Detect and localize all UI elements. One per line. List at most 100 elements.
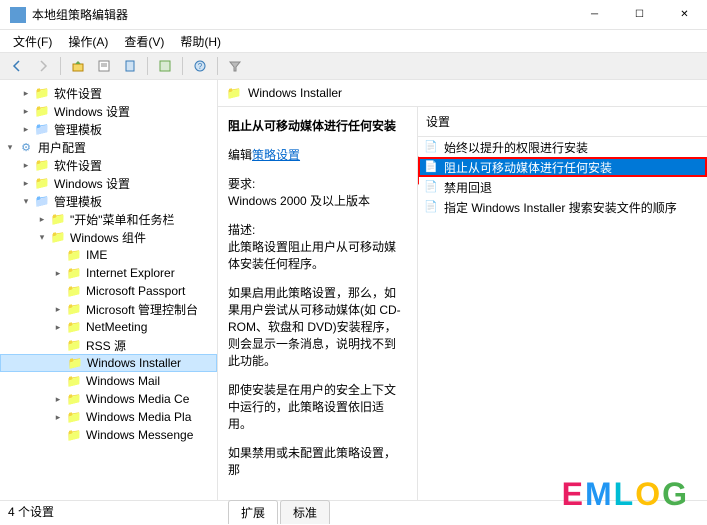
chevron-right-icon[interactable]: ▸ (52, 303, 64, 315)
setting-item-elevated[interactable]: 始终以提升的权限进行安装 (418, 137, 707, 157)
help-button[interactable]: ? (188, 55, 212, 77)
close-button[interactable]: ✕ (662, 0, 707, 30)
requirements-section: 要求: Windows 2000 及以上版本 (228, 175, 407, 209)
tree-node-start-menu[interactable]: ▸ "开始"菜单和任务栏 (0, 210, 217, 228)
tree-node-windows-media-center[interactable]: ▸Windows Media Ce (0, 390, 217, 408)
tab-extended[interactable]: 扩展 (228, 500, 278, 524)
chevron-down-icon[interactable]: ▾ (4, 141, 16, 153)
chevron-right-icon[interactable]: ▸ (20, 177, 32, 189)
window-controls: ─ ☐ ✕ (572, 0, 707, 30)
folder-icon (66, 338, 82, 352)
forward-button[interactable] (31, 55, 55, 77)
tree-label: Windows 设置 (54, 175, 130, 192)
menu-view[interactable]: 查看(V) (116, 31, 172, 52)
maximize-button[interactable]: ☐ (617, 0, 662, 30)
chevron-right-icon[interactable]: ▸ (52, 393, 64, 405)
chevron-right-icon[interactable]: ▸ (52, 321, 64, 333)
chevron-right-icon[interactable]: ▸ (20, 87, 32, 99)
properties-button[interactable] (92, 55, 116, 77)
chevron-right-icon[interactable]: ▸ (20, 123, 32, 135)
tree-label: Microsoft 管理控制台 (86, 301, 198, 318)
tree-label: 软件设置 (54, 157, 102, 174)
folder-icon (34, 104, 50, 118)
menu-action[interactable]: 操作(A) (60, 31, 116, 52)
app-icon (10, 7, 26, 23)
svg-text:?: ? (198, 62, 203, 71)
tree-panel[interactable]: ▸软件设置 ▸Windows 设置 ▸管理模板 ▾用户配置 ▸软件设置 ▸Win… (0, 80, 218, 500)
tree-label: 软件设置 (54, 85, 102, 102)
menu-help[interactable]: 帮助(H) (172, 31, 229, 52)
titlebar: 本地组策略编辑器 ─ ☐ ✕ (0, 0, 707, 30)
tree-label: 管理模板 (54, 121, 102, 138)
setting-item-block-removable[interactable]: 阻止从可移动媒体进行任何安装 (418, 157, 707, 177)
tree-node-software-settings[interactable]: ▸ 软件设置 (0, 84, 217, 102)
tree-label: 用户配置 (38, 139, 86, 156)
tree-node-netmeeting[interactable]: ▸NetMeeting (0, 318, 217, 336)
tree-node-windows-settings-2[interactable]: ▸ Windows 设置 (0, 174, 217, 192)
folder-icon (66, 374, 82, 388)
refresh-button[interactable] (153, 55, 177, 77)
chevron-right-icon[interactable]: ▸ (20, 159, 32, 171)
req-label: 要求: (228, 175, 407, 192)
tree-node-internet-explorer[interactable]: ▸ Internet Explorer (0, 264, 217, 282)
tree-node-ime[interactable]: IME (0, 246, 217, 264)
setting-item-search-order[interactable]: 指定 Windows Installer 搜索安装文件的顺序 (418, 197, 707, 217)
chevron-right-icon[interactable]: ▸ (20, 105, 32, 117)
up-button[interactable] (66, 55, 90, 77)
folder-icon (34, 122, 50, 136)
policy-icon (424, 180, 440, 194)
tree-node-windows-messenger[interactable]: Windows Messenge (0, 426, 217, 444)
main-area: ▸软件设置 ▸Windows 设置 ▸管理模板 ▾用户配置 ▸软件设置 ▸Win… (0, 80, 707, 500)
back-button[interactable] (5, 55, 29, 77)
filter-button[interactable] (223, 55, 247, 77)
tree-label: RSS 源 (86, 337, 126, 354)
tab-standard[interactable]: 标准 (280, 500, 330, 524)
setting-label: 指定 Windows Installer 搜索安装文件的顺序 (444, 199, 677, 216)
tree-node-windows-settings[interactable]: ▸ Windows 设置 (0, 102, 217, 120)
tree-node-admin-templates[interactable]: ▸ 管理模板 (0, 120, 217, 138)
content-title: Windows Installer (248, 86, 342, 100)
tree-label: Internet Explorer (86, 266, 175, 280)
minimize-button[interactable]: ─ (572, 0, 617, 30)
setting-label: 禁用回退 (444, 179, 492, 196)
desc-paragraph: 如果禁用或未配置此策略设置，那 (228, 444, 407, 478)
tree-label: "开始"菜单和任务栏 (70, 211, 175, 228)
edit-label: 编辑 (228, 148, 252, 162)
tree-node-software-settings-2[interactable]: ▸ 软件设置 (0, 156, 217, 174)
tree-node-microsoft-mgmt[interactable]: ▸ Microsoft 管理控制台 (0, 300, 217, 318)
folder-icon (66, 410, 82, 424)
chevron-down-icon[interactable]: ▾ (20, 195, 32, 207)
menu-file[interactable]: 文件(F) (5, 31, 60, 52)
folder-icon (67, 356, 83, 370)
tree-node-windows-installer[interactable]: Windows Installer (0, 354, 217, 372)
setting-label: 始终以提升的权限进行安装 (444, 139, 588, 156)
window-title: 本地组策略编辑器 (32, 6, 572, 23)
tree-node-user-config[interactable]: ▾ 用户配置 (0, 138, 217, 156)
tree-node-admin-templates-2[interactable]: ▾管理模板 (0, 192, 217, 210)
chevron-right-icon[interactable]: ▸ (36, 213, 48, 225)
tree-label: Windows Mail (86, 374, 160, 388)
policy-settings-link[interactable]: 策略设置 (252, 148, 300, 162)
chevron-down-icon[interactable]: ▾ (36, 231, 48, 243)
chevron-right-icon[interactable]: ▸ (52, 267, 64, 279)
tree-node-rss[interactable]: RSS 源 (0, 336, 217, 354)
folder-icon (50, 212, 66, 226)
tree-label: Windows 设置 (54, 103, 130, 120)
chevron-right-icon[interactable]: ▸ (52, 411, 64, 423)
menubar: 文件(F) 操作(A) 查看(V) 帮助(H) (0, 30, 707, 52)
desc-paragraph: 即使安装是在用户的安全上下文中运行的，此策略设置依旧适用。 (228, 381, 407, 432)
tree-node-windows-mail[interactable]: Windows Mail (0, 372, 217, 390)
status-text: 4 个设置 (8, 503, 54, 520)
tree-node-windows-components[interactable]: ▾Windows 组件 (0, 228, 217, 246)
setting-item-disable-rollback[interactable]: 禁用回退 (418, 177, 707, 197)
tree-node-windows-media-player[interactable]: ▸Windows Media Pla (0, 408, 217, 426)
export-button[interactable] (118, 55, 142, 77)
toolbar-separator (217, 57, 218, 75)
tree-node-microsoft-passport[interactable]: Microsoft Passport (0, 282, 217, 300)
settings-column-header[interactable]: 设置 (418, 107, 707, 137)
folder-icon (226, 86, 242, 100)
desc-text: 此策略设置阻止用户从可移动媒体安装任何程序。 (228, 238, 407, 272)
req-value: Windows 2000 及以上版本 (228, 192, 407, 209)
tree-label: Microsoft Passport (86, 284, 185, 298)
tabs-footer: 扩展 标准 (218, 500, 707, 524)
